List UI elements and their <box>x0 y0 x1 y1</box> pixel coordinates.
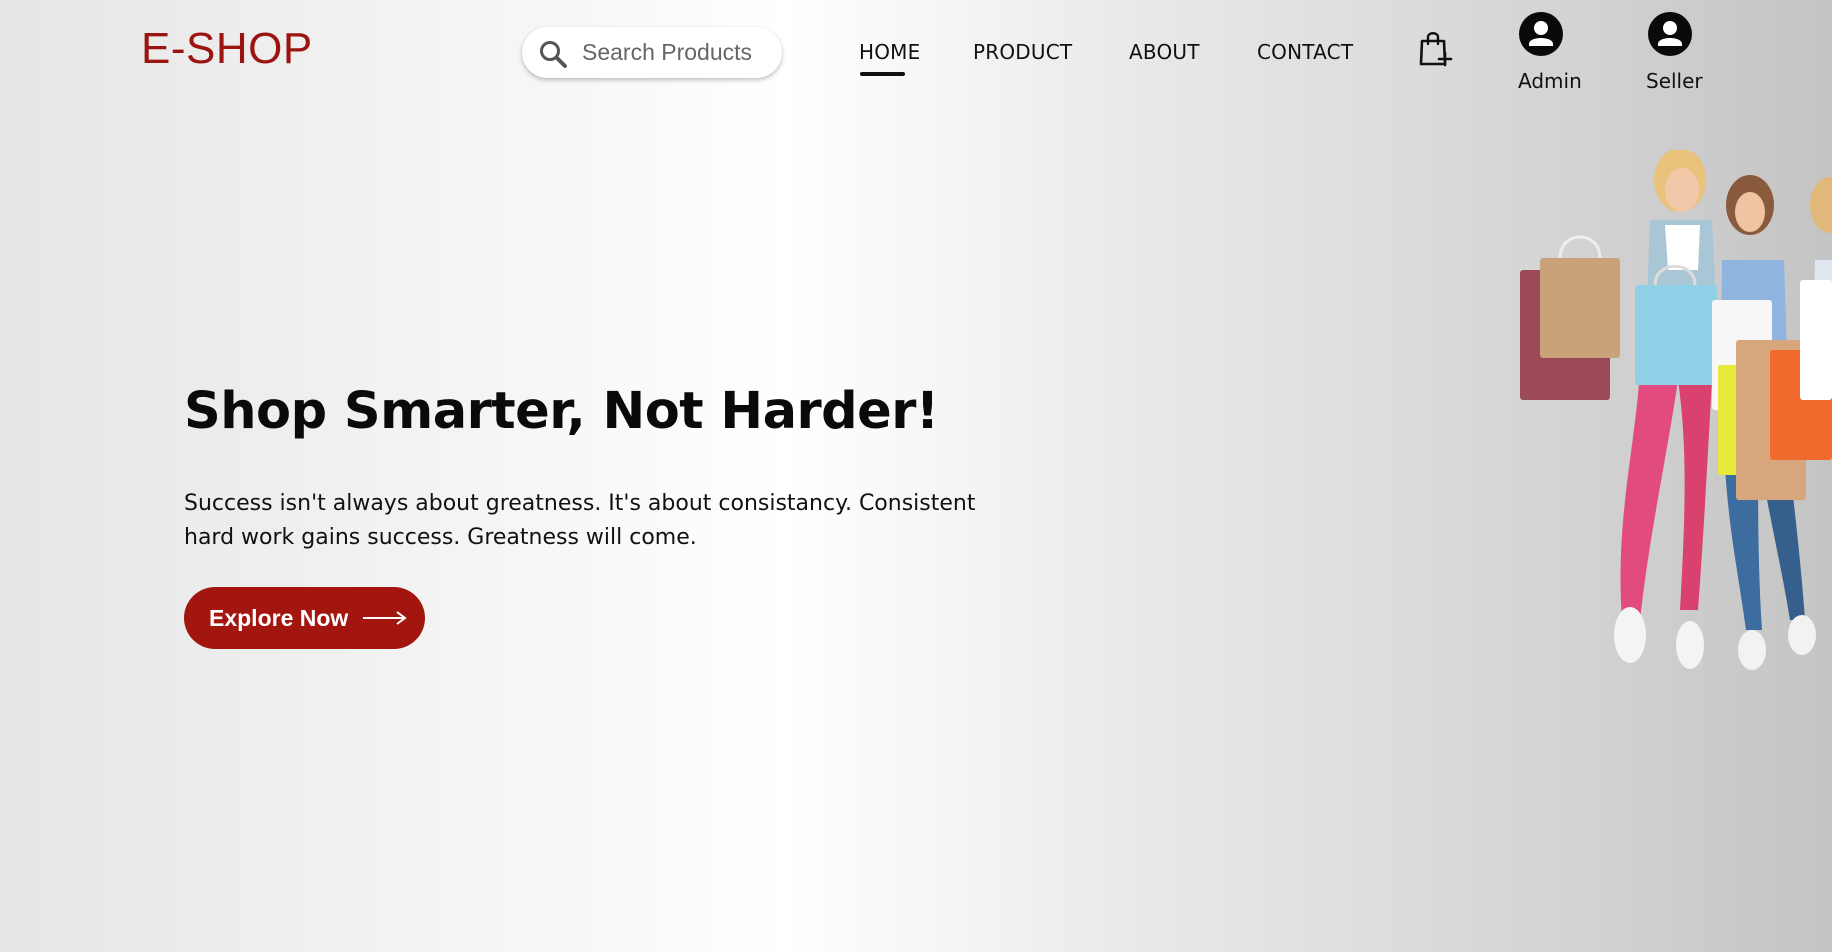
search-icon <box>540 41 567 68</box>
search-bar[interactable] <box>522 27 782 78</box>
logo[interactable]: E-SHOP <box>141 24 313 74</box>
hero-image-women-with-shopping-bags <box>1520 150 1832 670</box>
nav-home[interactable]: HOME <box>859 40 920 64</box>
seller-label[interactable]: Seller <box>1646 69 1703 93</box>
hero-title: Shop Smarter, Not Harder! <box>184 382 939 441</box>
nav-about[interactable]: ABOUT <box>1129 40 1200 64</box>
active-nav-indicator <box>860 72 905 76</box>
explore-now-button[interactable]: Explore Now <box>184 587 425 649</box>
admin-label[interactable]: Admin <box>1518 69 1582 93</box>
shopping-bag-plus-icon[interactable] <box>1418 28 1454 68</box>
hero-description: Success isn't always about greatness. It… <box>184 491 976 550</box>
admin-user-icon[interactable] <box>1518 11 1564 57</box>
arrow-right-icon <box>363 611 407 625</box>
seller-user-icon[interactable] <box>1647 11 1693 57</box>
nav-contact[interactable]: CONTACT <box>1257 40 1353 64</box>
search-input[interactable] <box>582 27 772 78</box>
nav-product[interactable]: PRODUCT <box>973 40 1072 64</box>
explore-now-label: Explore Now <box>209 604 349 631</box>
